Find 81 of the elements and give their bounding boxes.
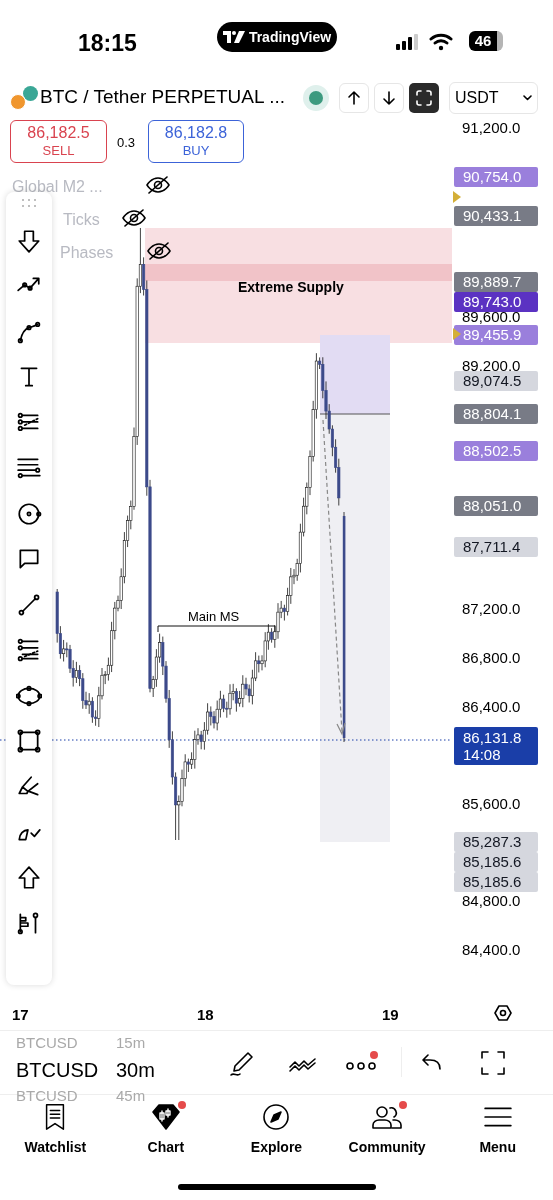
arrow-down-icon	[380, 89, 397, 106]
more-dots-icon	[346, 1061, 376, 1071]
eye-slash-icon[interactable]	[122, 209, 146, 227]
price-tick: 86,400.0	[462, 698, 521, 715]
pen-icon[interactable]	[228, 1050, 256, 1078]
symbol-title[interactable]: BTC / Tether PERPETUAL ...	[40, 83, 285, 112]
sell-price: 86,182.5	[27, 123, 90, 142]
alert-marker-icon	[453, 191, 461, 203]
sell-label: SELL	[42, 141, 75, 160]
chart-diamond-icon	[150, 1103, 181, 1131]
eye-slash-icon[interactable]	[147, 242, 171, 260]
logo-icon	[222, 31, 245, 43]
price-label: 88,502.5	[454, 440, 538, 461]
arrow-marker-icon[interactable]	[16, 227, 42, 254]
currency-text: USDT	[454, 87, 499, 108]
price-tick: 84,800.0	[462, 893, 521, 910]
time-tick: 18	[197, 1005, 214, 1025]
rectangle-icon[interactable]	[16, 728, 42, 754]
price-label: 85,185.6	[454, 872, 538, 893]
price-label: 89,074.5	[454, 371, 538, 392]
battery-level: 46	[474, 31, 492, 51]
time-tick: 17	[12, 1005, 29, 1025]
parallel-lines-icon[interactable]	[16, 455, 42, 481]
arrow-up-icon[interactable]	[16, 864, 42, 891]
buy-button[interactable]: 86,182.8 BUY	[148, 120, 244, 163]
status-time: 18:15	[78, 29, 137, 58]
undo-icon[interactable]	[422, 1053, 442, 1071]
price-label: 89,455.9	[454, 324, 538, 345]
price-label: 87,711.4	[454, 537, 538, 558]
frame-icon	[415, 89, 432, 106]
price-label: 85,185.6	[454, 852, 538, 873]
coin-icon	[10, 85, 38, 110]
indicator-label: Global M2 ...	[12, 177, 103, 197]
structure-label: Main MS	[188, 608, 240, 626]
time-tick: 19	[382, 1005, 399, 1025]
price-tick: 85,600.0	[462, 796, 521, 812]
price-label: 88,804.1	[454, 404, 538, 425]
price-tick: 86,800.0	[462, 650, 521, 666]
focus-button[interactable]	[408, 82, 439, 113]
fullscreen-icon[interactable]	[480, 1050, 506, 1076]
people-icon	[372, 1103, 403, 1131]
price-tick: 87,200.0	[462, 601, 521, 618]
price-label: 90,433.1	[454, 205, 538, 226]
price-label: 88,051.0	[454, 495, 538, 516]
signal-icon	[396, 34, 420, 50]
buy-label: BUY	[182, 141, 210, 160]
currency-dropdown[interactable]: USDT	[448, 81, 538, 114]
entry-line	[319, 413, 391, 415]
settings-icon[interactable]	[494, 1004, 512, 1022]
drag-handle-icon[interactable]	[21, 198, 37, 208]
eye-slash-icon[interactable]	[146, 176, 170, 194]
price-tick: 84,400.0	[462, 942, 521, 958]
price-label: 89,743.0	[454, 292, 538, 313]
compass-icon	[261, 1103, 292, 1131]
nav-tab[interactable]: Community	[331, 1103, 443, 1165]
interval-option[interactable]: 30m	[116, 1054, 155, 1085]
speech-bubble-icon[interactable]	[16, 546, 42, 572]
price-label: 85,287.3	[454, 832, 538, 853]
buy-price: 86,182.8	[164, 123, 228, 142]
nav-tab[interactable]: Explore	[221, 1103, 332, 1165]
current-price: 86,131.8	[463, 729, 523, 747]
up-button[interactable]	[338, 82, 369, 113]
indicator-label: Phases	[60, 243, 114, 263]
price-tick: 91,200.0	[462, 120, 521, 136]
chevron-down-icon	[522, 94, 532, 101]
price-label: 89,889.7	[454, 272, 538, 293]
app-pill-text: TradingView	[248, 27, 332, 47]
wifi-icon	[429, 33, 453, 51]
indicator-label: Ticks	[63, 210, 100, 230]
price-tick: 89,200.0	[462, 358, 521, 374]
zone-label: Extreme Supply	[238, 278, 344, 297]
symbol-option[interactable]: BTCUSD	[16, 1054, 100, 1085]
price-label: 90,754.0	[454, 166, 538, 187]
arrow-up-icon	[345, 89, 362, 106]
circle-icon[interactable]	[16, 500, 42, 527]
spread-text: 0.3	[117, 134, 136, 152]
sell-button[interactable]: 86,182.5 SELL	[10, 120, 107, 163]
market-status-icon	[302, 84, 329, 111]
nav-tab[interactable]: Menu	[442, 1103, 553, 1165]
countdown-text: 14:08	[463, 746, 502, 764]
down-button[interactable]	[373, 82, 404, 113]
